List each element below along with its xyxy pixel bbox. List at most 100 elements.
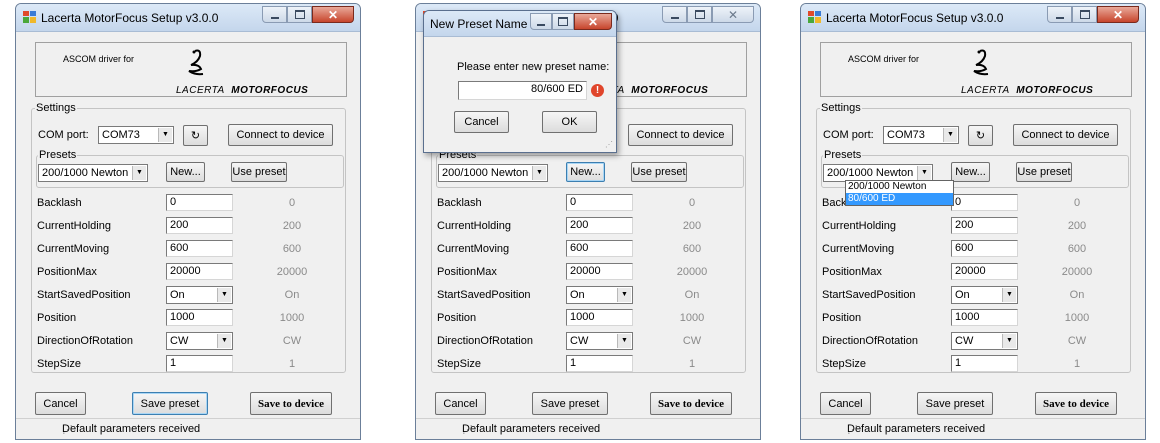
chevron-down-icon: ▼ <box>217 288 231 302</box>
minimize-icon <box>537 23 545 26</box>
param-input-positionmax[interactable]: 20000 <box>166 263 233 280</box>
cancel-button[interactable]: Cancel <box>435 392 486 415</box>
chevron-down-icon: ▼ <box>158 128 172 142</box>
ascom-label: ASCOM driver for <box>848 54 920 64</box>
dropdown-option[interactable]: 200/1000 Newton <box>846 181 953 193</box>
preset-name-input[interactable]: 80/600 ED <box>458 81 587 100</box>
save-to-device-button[interactable]: Save to device <box>650 392 732 415</box>
device-value-directionofrotation: CW <box>1067 335 1087 347</box>
resize-grip-icon[interactable]: ⋰ <box>605 140 613 149</box>
close-button[interactable]: ✕ <box>312 6 354 23</box>
save-preset-button[interactable]: Save preset <box>132 392 208 415</box>
minimize-button[interactable] <box>662 6 687 23</box>
save-preset-button[interactable]: Save preset <box>532 392 608 415</box>
device-value-stepsize: 1 <box>1073 358 1081 370</box>
param-input-position[interactable]: 1000 <box>566 309 633 326</box>
cancel-button[interactable]: Cancel <box>35 392 86 415</box>
preset-select[interactable]: 200/1000 Newton ▼ <box>38 164 148 182</box>
param-input-stepsize[interactable]: 1 <box>166 355 233 372</box>
save-to-device-label: Save to device <box>658 397 724 410</box>
dialog-maximize-button[interactable] <box>552 13 574 30</box>
preset-value: 200/1000 Newton <box>827 167 914 179</box>
param-select-startsavedposition[interactable]: On ▼ <box>166 286 233 304</box>
new-preset-button[interactable]: New... <box>951 162 990 182</box>
param-label-currentholding: CurrentHolding <box>822 220 896 232</box>
param-input-position[interactable]: 1000 <box>166 309 233 326</box>
com-port-select[interactable]: COM73 ▼ <box>98 126 174 144</box>
maximize-button[interactable] <box>687 6 712 23</box>
settings-group-title: Settings <box>35 102 77 114</box>
refresh-button[interactable]: ↻ <box>968 125 993 146</box>
param-input-stepsize[interactable]: 1 <box>566 355 633 372</box>
param-select-directionofrotation[interactable]: CW ▼ <box>566 332 633 350</box>
dialog-cancel-button[interactable]: Cancel <box>454 111 509 133</box>
connect-button[interactable]: Connect to device <box>628 124 733 146</box>
param-input-currentmoving[interactable]: 600 <box>951 240 1018 257</box>
preset-select[interactable]: 200/1000 Newton ▼ <box>438 164 548 182</box>
dialog-ok-button[interactable]: OK <box>542 111 597 133</box>
param-input-currentholding[interactable]: 200 <box>166 217 233 234</box>
chevron-down-icon: ▼ <box>617 334 631 348</box>
preset-value: 200/1000 Newton <box>42 167 129 179</box>
minimize-button[interactable] <box>262 6 287 23</box>
param-input-backlash[interactable]: 0 <box>566 194 633 211</box>
app-icon <box>23 11 36 23</box>
close-button[interactable]: ✕ <box>1097 6 1139 23</box>
param-input-positionmax[interactable]: 20000 <box>951 263 1018 280</box>
settings-group-title: Settings <box>820 102 862 114</box>
maximize-button[interactable] <box>287 6 312 23</box>
dropdown-option-selected[interactable]: 80/600 ED <box>846 193 953 205</box>
device-value-positionmax: 20000 <box>1061 266 1093 278</box>
param-label-directionofrotation: DirectionOfRotation <box>822 335 918 347</box>
new-preset-button[interactable]: New... <box>566 162 605 182</box>
dialog-cancel-label: Cancel <box>464 116 499 128</box>
param-label-position: Position <box>437 312 477 324</box>
param-input-positionmax[interactable]: 20000 <box>566 263 633 280</box>
new-preset-button[interactable]: New... <box>166 162 205 182</box>
save-to-device-button[interactable]: Save to device <box>250 392 332 415</box>
param-label-startsavedposition: StartSavedPosition <box>37 289 131 301</box>
minimize-button[interactable] <box>1047 6 1072 23</box>
maximize-button[interactable] <box>1072 6 1097 23</box>
save-preset-button[interactable]: Save preset <box>917 392 993 415</box>
param-label-startsavedposition: StartSavedPosition <box>437 289 531 301</box>
param-input-currentholding[interactable]: 200 <box>951 217 1018 234</box>
param-input-backlash[interactable]: 0 <box>166 194 233 211</box>
save-preset-label: Save preset <box>140 397 200 410</box>
close-icon: ✕ <box>1112 7 1124 22</box>
cancel-button[interactable]: Cancel <box>820 392 871 415</box>
param-select-startsavedposition[interactable]: On ▼ <box>951 286 1018 304</box>
close-button[interactable]: ✕ <box>712 6 754 23</box>
param-input-stepsize[interactable]: 1 <box>951 355 1018 372</box>
close-icon: ✕ <box>587 14 599 29</box>
param-input-currentholding[interactable]: 200 <box>566 217 633 234</box>
connect-button[interactable]: Connect to device <box>1013 124 1118 146</box>
save-to-device-button[interactable]: Save to device <box>1035 392 1117 415</box>
param-input-position[interactable]: 1000 <box>951 309 1018 326</box>
param-select-directionofrotation[interactable]: CW ▼ <box>166 332 233 350</box>
resize-grip-icon[interactable]: ⋰ <box>847 423 1142 436</box>
param-label-stepsize: StepSize <box>437 358 482 370</box>
param-select-directionofrotation[interactable]: CW ▼ <box>951 332 1018 350</box>
refresh-button[interactable]: ↻ <box>183 125 208 146</box>
param-input-currentmoving[interactable]: 600 <box>166 240 233 257</box>
param-select-startsavedposition[interactable]: On ▼ <box>566 286 633 304</box>
use-preset-button[interactable]: Use preset <box>1016 162 1072 182</box>
param-label-directionofrotation: DirectionOfRotation <box>437 335 533 347</box>
lacerta-logo-icon <box>973 49 989 76</box>
param-label-currentmoving: CurrentMoving <box>437 243 510 255</box>
resize-grip-icon[interactable]: ⋰ <box>62 423 357 436</box>
resize-grip-icon[interactable]: ⋰ <box>462 423 757 436</box>
device-value-stepsize: 1 <box>688 358 696 370</box>
com-port-select[interactable]: COM73 ▼ <box>883 126 959 144</box>
param-label-positionmax: PositionMax <box>37 266 97 278</box>
connect-button[interactable]: Connect to device <box>228 124 333 146</box>
dialog-minimize-button[interactable] <box>530 13 552 30</box>
device-value-directionofrotation: CW <box>682 335 702 347</box>
use-preset-button[interactable]: Use preset <box>631 162 687 182</box>
device-value-currentmoving: 600 <box>682 243 702 255</box>
use-preset-button[interactable]: Use preset <box>231 162 287 182</box>
dialog-close-button[interactable]: ✕ <box>574 13 612 30</box>
param-input-currentmoving[interactable]: 600 <box>566 240 633 257</box>
param-input-backlash[interactable]: 0 <box>951 194 1018 211</box>
